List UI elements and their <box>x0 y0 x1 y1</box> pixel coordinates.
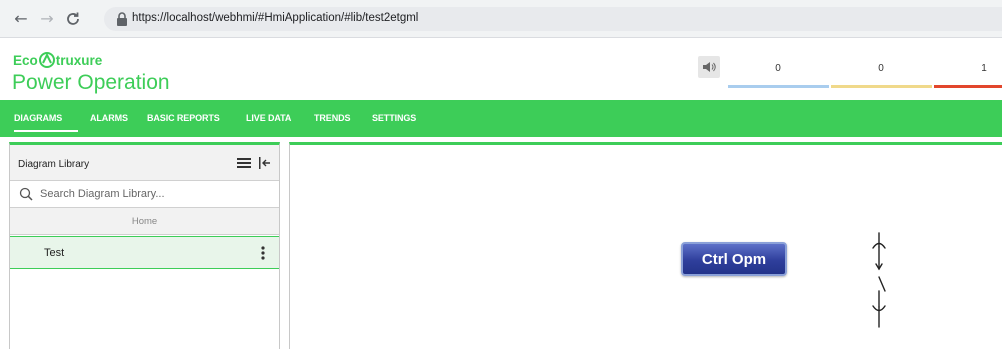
switch-breaker-icon[interactable] <box>864 231 894 331</box>
breadcrumb[interactable]: Home <box>10 208 279 235</box>
collapse-left-icon[interactable] <box>259 156 271 170</box>
address-bar[interactable]: https://localhost/webhmi/#HmiApplication… <box>104 7 1002 31</box>
hamburger-menu-icon[interactable] <box>237 157 251 169</box>
nav-active-indicator <box>14 130 78 132</box>
reload-icon[interactable] <box>63 9 83 29</box>
lock-icon <box>117 12 127 26</box>
browser-toolbar: ← → https://localhost/webhmi/#HmiApplica… <box>0 0 1002 38</box>
library-item-label: Test <box>44 247 65 259</box>
main-nav: DIAGRAMS ALARMS BASIC REPORTS LIVE DATA … <box>0 100 1002 137</box>
search-input[interactable] <box>40 184 270 204</box>
alarm-bar-high <box>934 85 1002 88</box>
arrow-right-icon[interactable]: → <box>37 9 57 29</box>
library-title: Diagram Library <box>18 159 90 170</box>
library-item-test[interactable]: Test <box>10 236 279 269</box>
nav-basic-reports[interactable]: BASIC REPORTS <box>147 113 220 123</box>
more-options-icon[interactable] <box>261 246 265 260</box>
url-text: https://localhost/webhmi/#HmiApplication… <box>132 12 419 24</box>
alarm-bar-low <box>728 85 829 88</box>
alarm-bar-medium <box>831 85 932 88</box>
library-search <box>10 181 279 208</box>
nav-settings[interactable]: SETTINGS <box>372 113 416 123</box>
speaker-icon[interactable] <box>698 56 720 78</box>
product-title: Power Operation <box>12 71 170 94</box>
arrow-left-icon[interactable]: ← <box>11 9 31 29</box>
ctrl-opm-button[interactable]: Ctrl Opm <box>681 242 787 276</box>
alarm-count-medium[interactable]: 0 <box>831 63 931 74</box>
nav-diagrams[interactable]: DIAGRAMS <box>14 113 62 123</box>
nav-alarms[interactable]: ALARMS <box>90 113 128 123</box>
library-header: Diagram Library <box>10 145 279 181</box>
app-header: Eco truxure Power Operation 0 0 1 <box>0 38 1002 100</box>
search-icon <box>19 187 33 201</box>
diagram-canvas: Ctrl Opm <box>289 142 1002 349</box>
alarm-count-low[interactable]: 0 <box>728 63 828 74</box>
logo-mark-icon <box>38 52 55 68</box>
nav-trends[interactable]: TRENDS <box>314 113 351 123</box>
alarm-count-high[interactable]: 1 <box>934 63 1002 74</box>
nav-live-data[interactable]: LIVE DATA <box>246 113 291 123</box>
diagram-library-panel: Diagram Library Home Test <box>9 142 280 349</box>
ecostruxure-logo: Eco truxure <box>13 52 103 68</box>
